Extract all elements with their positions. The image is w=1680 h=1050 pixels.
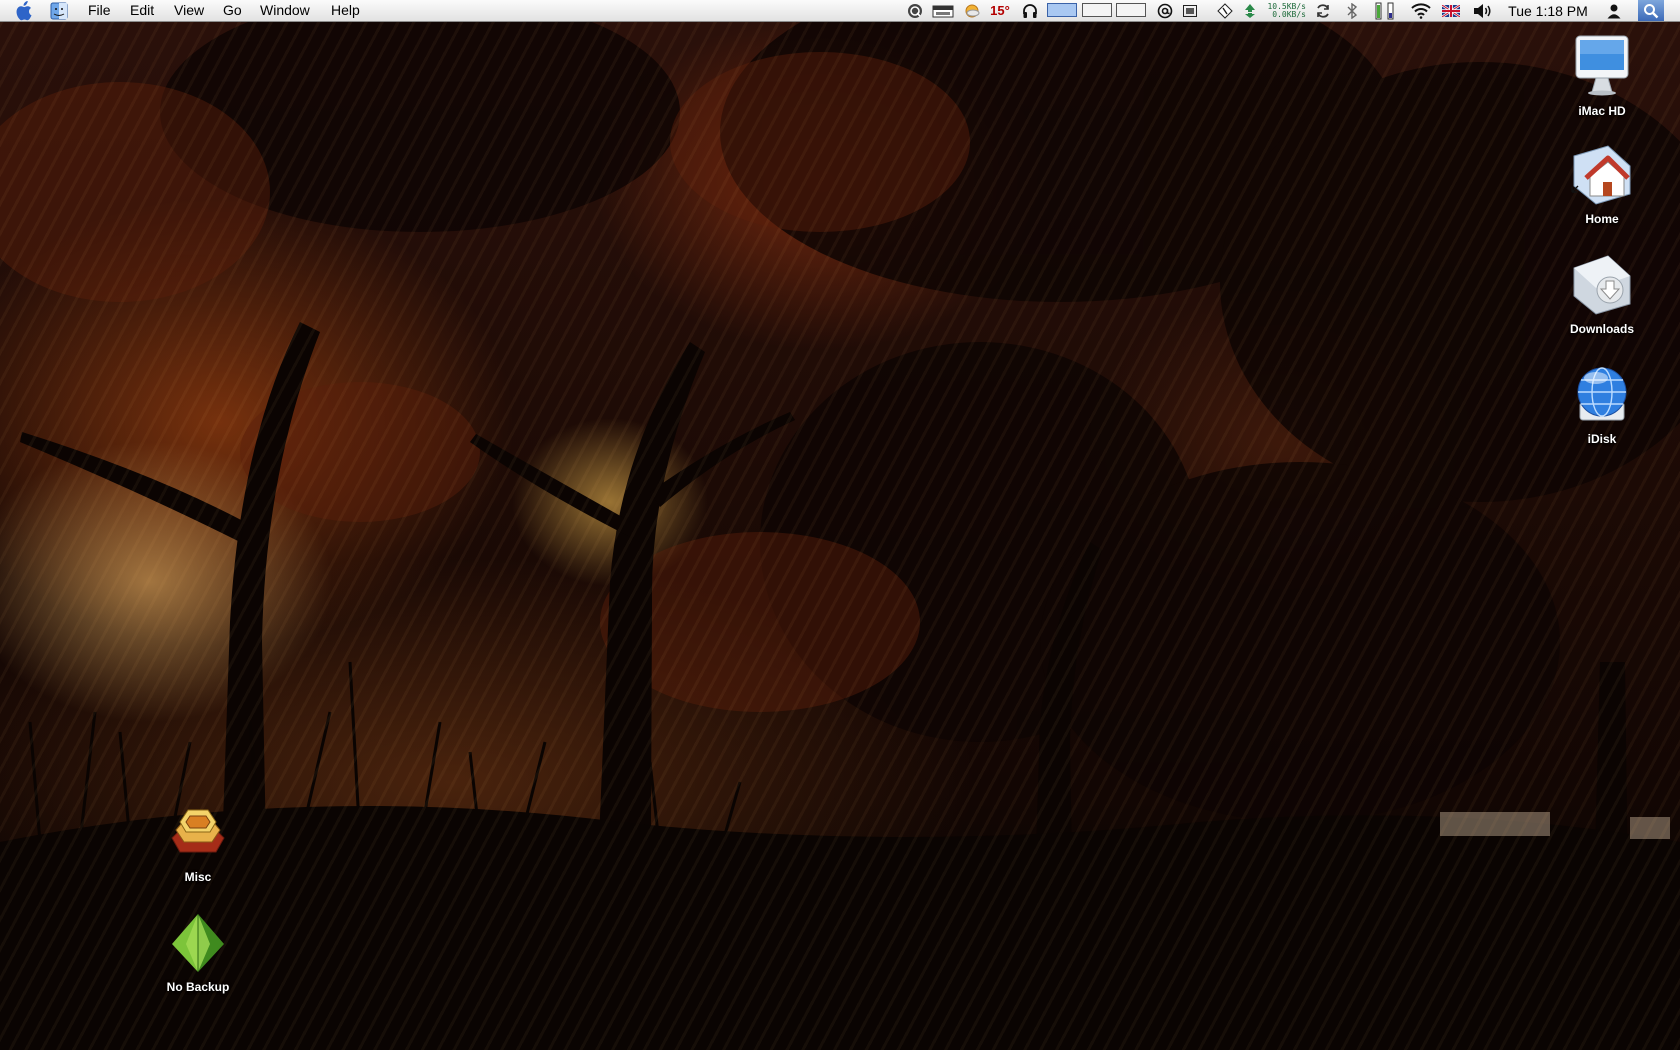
- menu-window[interactable]: Window: [254, 0, 316, 21]
- desktop-icon-label: iDisk: [1587, 432, 1617, 446]
- desktop-icon-home[interactable]: Home: [1547, 142, 1657, 226]
- hard-drive-icon: [1575, 35, 1629, 96]
- menu-file[interactable]: File: [82, 0, 117, 21]
- apple-icon[interactable]: [14, 0, 36, 21]
- space-3[interactable]: [1116, 3, 1146, 17]
- wallpaper-forest-silhouette: [0, 22, 1680, 1050]
- weather-temperature[interactable]: 15°: [985, 0, 1015, 21]
- battery-meter-icon[interactable]: [1372, 0, 1398, 21]
- home-folder-icon: [1571, 145, 1631, 205]
- calendar-icon[interactable]: [930, 0, 956, 21]
- space-1[interactable]: [1047, 3, 1077, 17]
- network-monitor-icon[interactable]: [1240, 0, 1260, 21]
- desktop-icon-label: iMac HD: [1578, 104, 1626, 118]
- desktop-icon-label: No Backup: [166, 980, 230, 994]
- wifi-icon[interactable]: [1408, 0, 1434, 21]
- downloads-folder-icon: [1573, 255, 1631, 315]
- quicksilver-icon[interactable]: [904, 0, 926, 21]
- desktop-icon-label: Downloads: [1569, 322, 1634, 336]
- menu-help[interactable]: Help: [325, 0, 366, 21]
- volume-icon[interactable]: [1470, 0, 1494, 21]
- menu-edit[interactable]: Edit: [124, 0, 160, 21]
- flag-icon[interactable]: [1440, 0, 1462, 21]
- mail-at-icon[interactable]: [1154, 0, 1176, 21]
- stacked-layers-icon: [171, 809, 225, 853]
- desktop-icon-label: Misc: [184, 870, 212, 884]
- user-icon[interactable]: [1602, 0, 1626, 21]
- network-speed: 10.5KB/s 0.0KB/s: [1260, 0, 1306, 21]
- screen-capture-icon[interactable]: [1180, 0, 1200, 21]
- sync-icon[interactable]: [1312, 0, 1334, 21]
- desktop-icon-downloads[interactable]: Downloads: [1547, 252, 1657, 336]
- desktop-icon-no-backup[interactable]: No Backup: [143, 910, 253, 994]
- desktop-icon-label: Home: [1585, 212, 1619, 226]
- menu-bar: File Edit View Go Window Help 15° 10.5KB…: [0, 0, 1680, 22]
- spotlight-icon[interactable]: [1638, 0, 1664, 21]
- idisk-icon: [1577, 367, 1627, 421]
- desktop-icon-imac-hd[interactable]: iMac HD: [1547, 32, 1657, 118]
- bluetooth-icon[interactable]: [1342, 0, 1362, 21]
- menubar-clock[interactable]: Tue 1:18 PM: [1502, 0, 1594, 21]
- space-2[interactable]: [1082, 3, 1112, 17]
- script-icon[interactable]: [1214, 0, 1236, 21]
- headphones-icon[interactable]: [1019, 0, 1041, 21]
- network-download-speed: 0.0KB/s: [1272, 9, 1306, 19]
- green-pyramid-icon: [172, 914, 224, 972]
- finder-icon[interactable]: [50, 0, 70, 21]
- weather-icon[interactable]: [962, 0, 982, 21]
- menu-go[interactable]: Go: [217, 0, 248, 21]
- desktop-icon-misc[interactable]: Misc: [143, 800, 253, 884]
- menu-view[interactable]: View: [168, 0, 210, 21]
- desktop-icon-idisk[interactable]: iDisk: [1547, 362, 1657, 446]
